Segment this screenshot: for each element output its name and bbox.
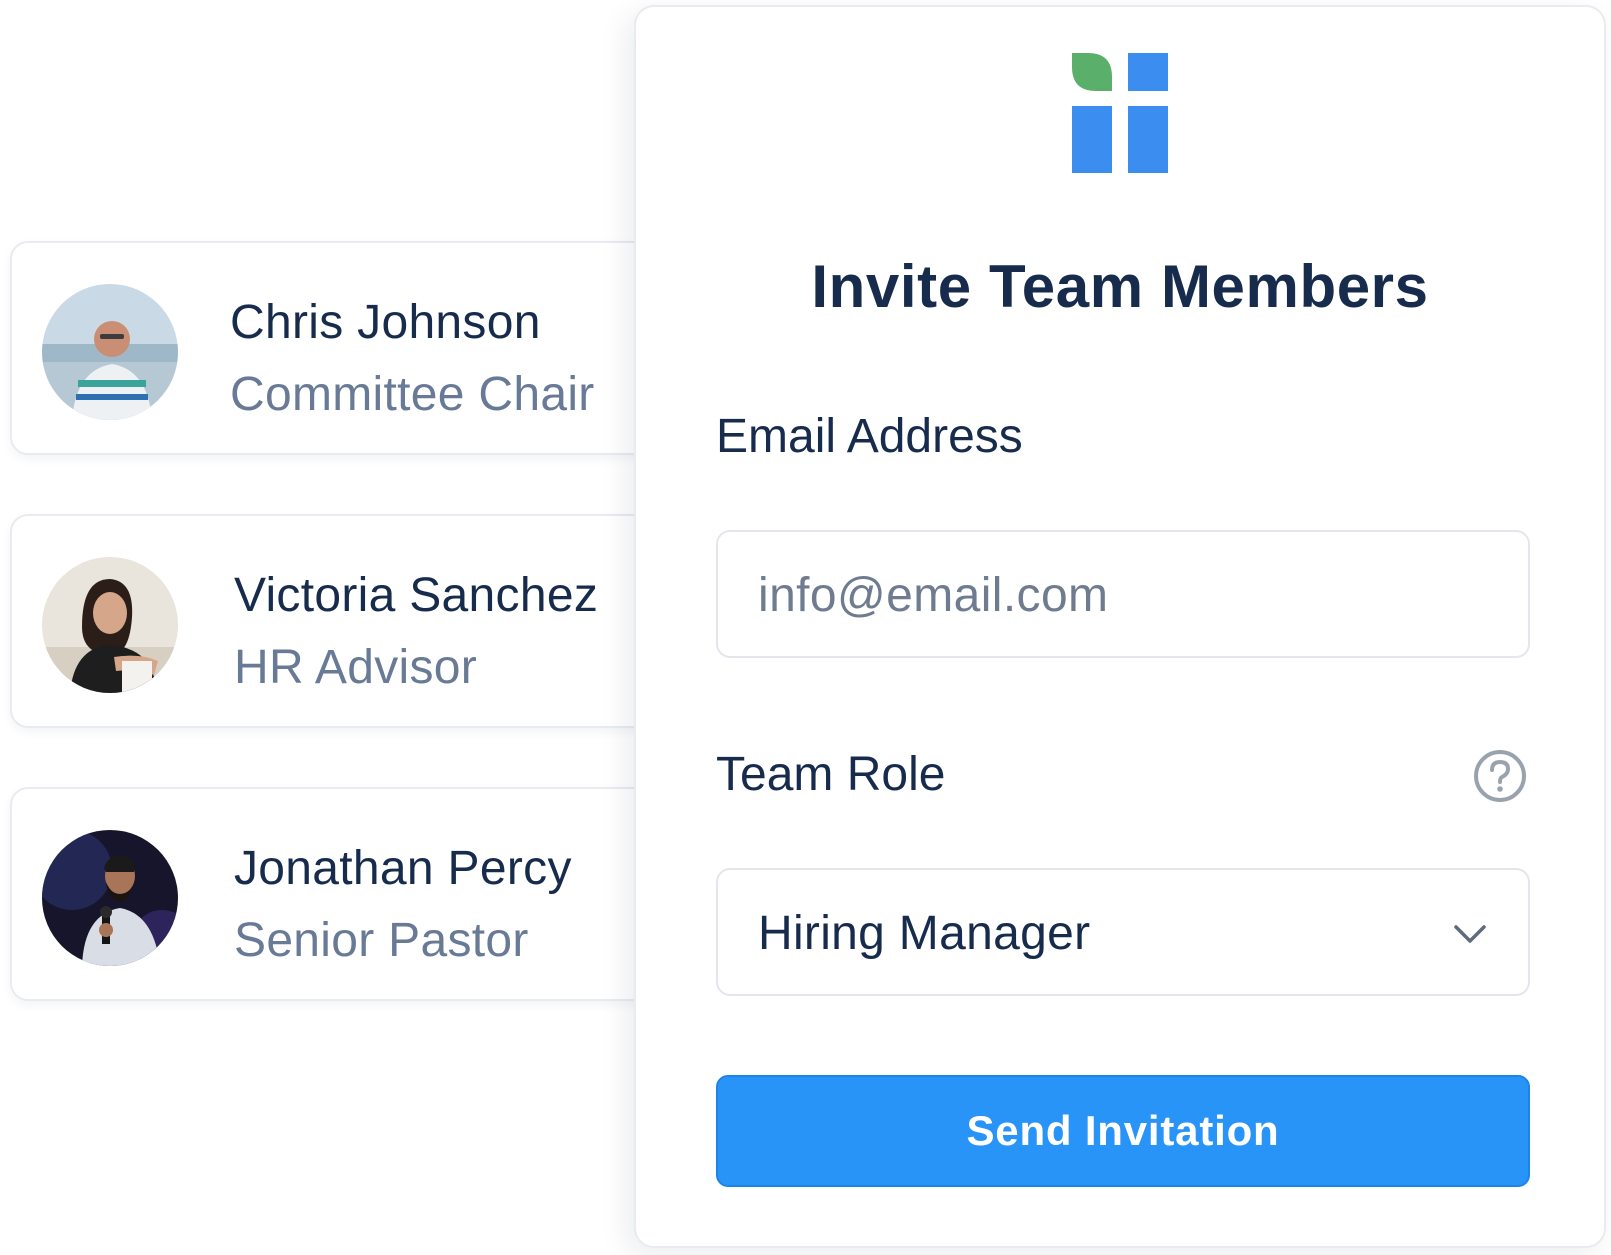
page-title: Invite Team Members [811,253,1429,320]
member-role: HR Advisor [234,641,478,694]
member-name: Chris Johnson [230,296,541,349]
brand-logo-icon [1072,53,1168,173]
team-role-value: Hiring Manager [758,907,1091,960]
team-role-select[interactable]: Hiring Manager [716,868,1530,996]
chevron-down-icon [1450,914,1490,954]
email-label: Email Address [716,410,1023,463]
avatar [42,557,178,693]
avatar [42,284,178,420]
email-field[interactable]: info@email.com [716,530,1530,658]
member-role: Senior Pastor [234,914,529,967]
member-name: Victoria Sanchez [234,569,599,622]
member-card[interactable]: Jonathan Percy Senior Pastor [10,787,670,1001]
member-card[interactable]: Chris Johnson Committee Chair [10,241,670,455]
member-name: Jonathan Percy [234,842,572,895]
member-role: Committee Chair [230,368,595,421]
email-placeholder: info@email.com [758,569,1109,622]
question-circle-icon[interactable] [1472,748,1528,804]
invite-panel: Invite Team Members Email Address info@e… [634,5,1606,1248]
team-role-label: Team Role [716,748,946,801]
avatar [42,830,178,966]
send-invitation-button[interactable]: Send Invitation [716,1075,1530,1187]
invite-team-scene: Chris Johnson Committee Chair Victoria S… [0,0,1611,1255]
member-card[interactable]: Victoria Sanchez HR Advisor [10,514,670,728]
